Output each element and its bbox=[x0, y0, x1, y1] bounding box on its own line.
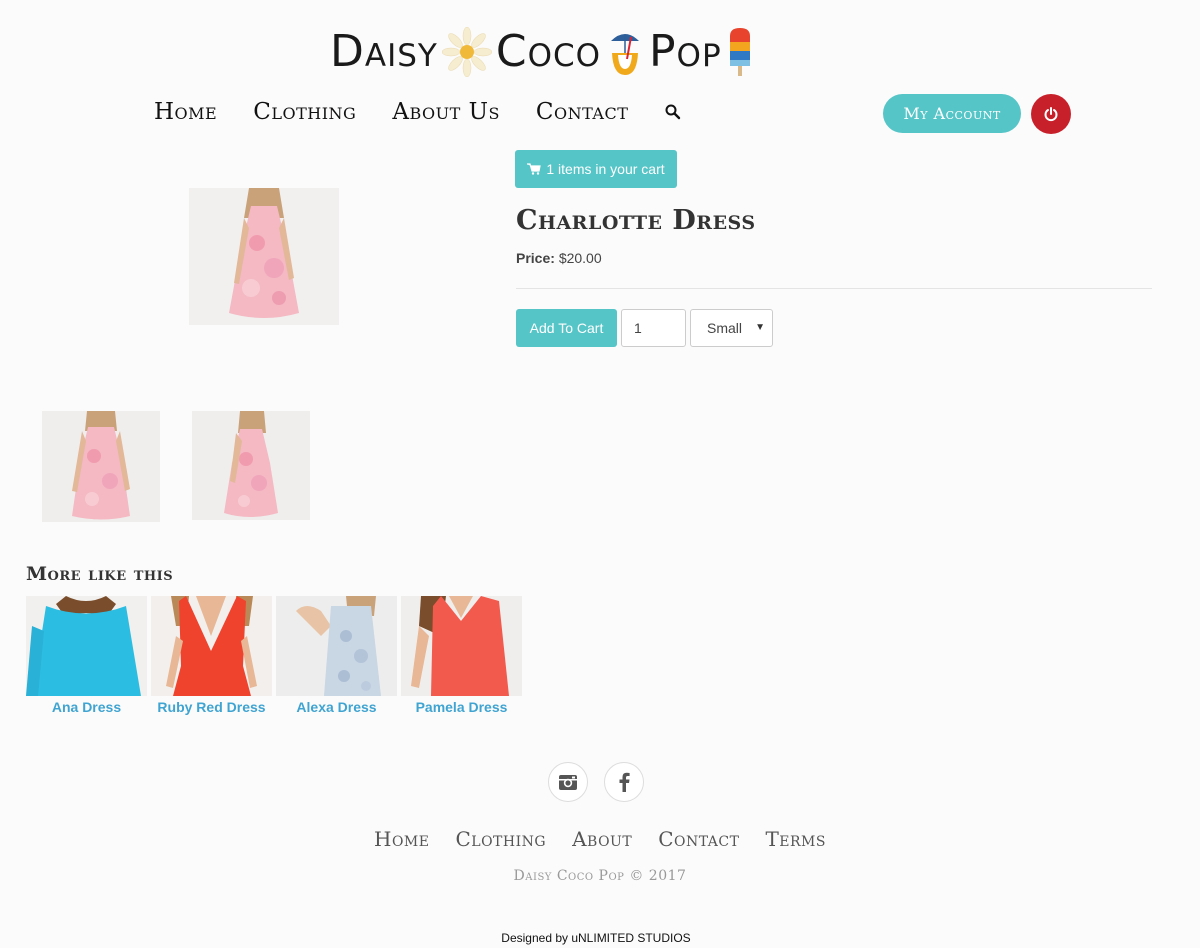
related-item-ruby-red[interactable]: Ruby Red Dress bbox=[151, 596, 272, 715]
nav-contact[interactable]: Contact bbox=[536, 99, 628, 125]
divider bbox=[516, 288, 1152, 289]
site-logo[interactable]: Daisy Coco Pop bbox=[330, 24, 840, 80]
price-label: Price: bbox=[516, 250, 555, 266]
product-title: Charlotte Dress bbox=[516, 205, 756, 236]
related-item-alexa[interactable]: Alexa Dress bbox=[276, 596, 397, 715]
popsicle-icon bbox=[729, 28, 750, 76]
add-to-cart-button[interactable]: Add To Cart bbox=[516, 309, 617, 347]
related-item-name[interactable]: Ruby Red Dress bbox=[151, 699, 272, 715]
dress-photo bbox=[401, 596, 522, 696]
logo-word-daisy: Daisy bbox=[330, 26, 438, 77]
instagram-link[interactable] bbox=[548, 762, 588, 802]
footer-nav-terms[interactable]: Terms bbox=[765, 827, 826, 851]
related-item-name[interactable]: Alexa Dress bbox=[276, 699, 397, 715]
price-value: $20.00 bbox=[558, 250, 602, 266]
power-icon bbox=[1044, 107, 1058, 122]
dress-photo bbox=[151, 596, 272, 696]
related-item-image bbox=[401, 596, 522, 696]
cart-button[interactable]: 1 items in your cart bbox=[515, 150, 677, 188]
dress-photo bbox=[189, 188, 339, 325]
nav-clothing[interactable]: Clothing bbox=[253, 99, 356, 125]
logo-word-pop: Pop bbox=[649, 26, 722, 77]
quantity-input[interactable] bbox=[621, 309, 686, 347]
dress-back-photo bbox=[42, 411, 160, 522]
related-item-image bbox=[151, 596, 272, 696]
chevron-down-icon: ▼ bbox=[755, 322, 765, 333]
price-line: Price: $20.00 bbox=[516, 250, 602, 266]
product-main-image[interactable] bbox=[189, 188, 339, 325]
daisy-flower-icon bbox=[441, 27, 492, 77]
main-nav: Home Clothing About Us Contact bbox=[154, 96, 664, 128]
nav-about-us[interactable]: About Us bbox=[392, 99, 500, 125]
copyright-text: Daisy Coco Pop © 2017 bbox=[513, 868, 687, 884]
designer-credit[interactable]: Designed by uNLIMITED STUDIOS bbox=[0, 931, 1192, 945]
footer-nav: Home Clothing About Contact Terms bbox=[0, 827, 1200, 851]
footer-nav-clothing[interactable]: Clothing bbox=[455, 827, 546, 851]
footer-nav-home[interactable]: Home bbox=[374, 827, 429, 851]
instagram-icon bbox=[559, 775, 577, 790]
my-account-button[interactable]: My Account bbox=[883, 94, 1021, 133]
facebook-icon bbox=[619, 772, 630, 792]
coconut-drink-icon bbox=[611, 34, 640, 75]
related-item-image bbox=[276, 596, 397, 696]
dress-side-photo bbox=[192, 411, 310, 520]
cart-icon bbox=[527, 163, 542, 175]
cart-label: 1 items in your cart bbox=[546, 161, 665, 177]
nav-home[interactable]: Home bbox=[154, 99, 217, 125]
related-item-pamela[interactable]: Pamela Dress bbox=[401, 596, 522, 715]
size-select[interactable]: Small ▼ bbox=[690, 309, 773, 347]
logo-word-coco: Coco bbox=[495, 26, 602, 77]
product-thumbnail-back[interactable] bbox=[42, 411, 160, 522]
size-selected-value: Small bbox=[707, 320, 743, 336]
related-item-name[interactable]: Pamela Dress bbox=[401, 699, 522, 715]
related-section-title: More like this bbox=[26, 563, 174, 585]
related-item-ana[interactable]: Ana Dress bbox=[26, 596, 147, 715]
related-item-image bbox=[26, 596, 147, 696]
dress-photo bbox=[26, 596, 147, 696]
facebook-link[interactable] bbox=[604, 762, 644, 802]
related-item-name[interactable]: Ana Dress bbox=[26, 699, 147, 715]
product-thumbnail-side[interactable] bbox=[192, 411, 310, 520]
footer-nav-contact[interactable]: Contact bbox=[658, 827, 739, 851]
footer-nav-about[interactable]: About bbox=[572, 827, 632, 851]
dress-photo bbox=[276, 596, 397, 696]
search-icon[interactable] bbox=[664, 103, 682, 121]
logout-button[interactable] bbox=[1031, 94, 1071, 134]
